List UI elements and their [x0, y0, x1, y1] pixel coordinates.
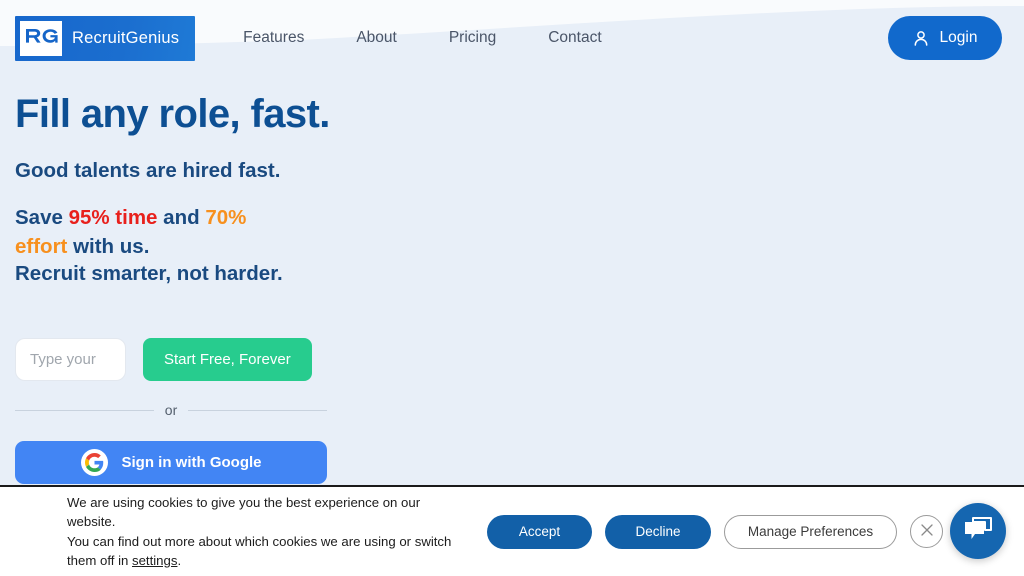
- brand-name: RecruitGenius: [72, 28, 180, 47]
- stats-suffix: with us.: [67, 234, 150, 258]
- cookie-decline-button[interactable]: Decline: [605, 514, 711, 549]
- nav-item-features[interactable]: Features: [243, 29, 304, 47]
- cookie-settings-link[interactable]: settings: [132, 553, 177, 568]
- divider-label: or: [164, 402, 178, 418]
- nav-item-pricing[interactable]: Pricing: [449, 29, 496, 47]
- cookie-line2-suffix: .: [177, 552, 182, 568]
- cookie-actions: Accept Decline Manage Preferences: [487, 514, 943, 549]
- hero-stats-line: Save 95% time and 70% effort with us.: [15, 203, 290, 261]
- chat-bubbles-icon: [963, 516, 993, 546]
- stat-time-saved: 95% time: [68, 205, 158, 229]
- google-signin-label: Sign in with Google: [121, 454, 262, 471]
- nav-item-contact[interactable]: Contact: [548, 29, 601, 47]
- hero-section: Fill any role, fast. Good talents are hi…: [15, 92, 495, 286]
- cookie-message-line2: You can find out more about which cookie…: [67, 532, 467, 570]
- hero-subtitle: Good talents are hired fast.: [15, 158, 281, 182]
- cookie-line2-prefix: You can find out more about which cookie…: [67, 533, 452, 568]
- user-icon: [913, 30, 929, 47]
- cookie-manage-preferences-button[interactable]: Manage Preferences: [724, 514, 897, 549]
- signup-form: Start Free, Forever: [15, 338, 312, 381]
- cookie-consent-banner: We are using cookies to give you the bes…: [0, 485, 1024, 576]
- main-nav: Features About Pricing Contact: [243, 29, 602, 47]
- email-input[interactable]: [15, 338, 126, 381]
- brand-logo[interactable]: RecruitGenius: [15, 15, 196, 61]
- or-divider: or: [15, 402, 328, 418]
- chat-widget-button[interactable]: [950, 503, 1006, 559]
- site-header: RecruitGenius Features About Pricing Con…: [0, 0, 1024, 76]
- close-icon: [920, 523, 934, 540]
- rg-monogram-icon: [20, 20, 62, 56]
- login-button-label: Login: [939, 29, 978, 46]
- page-title: Fill any role, fast.: [15, 92, 330, 136]
- divider-line-left: [15, 409, 154, 411]
- nav-item-about[interactable]: About: [356, 29, 397, 47]
- hero-tagline: Recruit smarter, not harder.: [15, 262, 283, 286]
- cookie-close-button[interactable]: [910, 515, 943, 548]
- google-signin-button[interactable]: Sign in with Google: [15, 441, 327, 484]
- cookie-message-line1: We are using cookies to give you the bes…: [67, 495, 421, 530]
- login-button[interactable]: Login: [888, 16, 1002, 60]
- start-free-button[interactable]: Start Free, Forever: [143, 338, 312, 381]
- stats-prefix: Save: [15, 205, 69, 229]
- cookie-accept-button[interactable]: Accept: [487, 514, 592, 549]
- stats-middle: and: [157, 205, 206, 229]
- cookie-message: We are using cookies to give you the bes…: [67, 493, 467, 570]
- divider-line-right: [188, 409, 328, 411]
- google-g-icon: [80, 449, 108, 476]
